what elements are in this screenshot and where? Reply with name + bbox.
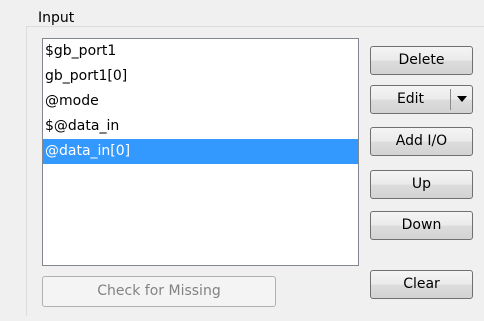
list-item[interactable]: @mode — [43, 89, 358, 114]
edit-split-button[interactable]: Edit — [370, 85, 473, 114]
check-for-missing-button[interactable]: Check for Missing — [42, 276, 276, 307]
edit-button[interactable]: Edit — [371, 86, 450, 113]
down-button[interactable]: Down — [370, 211, 473, 240]
list-item[interactable]: $gb_port1 — [43, 39, 358, 64]
group-title: Input — [35, 10, 78, 26]
list-item-selected[interactable]: @data_in[0] — [43, 139, 358, 164]
add-io-button[interactable]: Add I/O — [370, 127, 473, 156]
up-button[interactable]: Up — [370, 170, 473, 199]
list-item[interactable]: gb_port1[0] — [43, 64, 358, 89]
edit-dropdown-toggle[interactable] — [451, 86, 473, 113]
delete-button[interactable]: Delete — [370, 46, 473, 75]
caret-down-icon — [457, 96, 467, 102]
input-listbox[interactable]: $gb_port1 gb_port1[0] @mode $@data_in @d… — [42, 38, 359, 266]
list-item[interactable]: $@data_in — [43, 114, 358, 139]
clear-button[interactable]: Clear — [370, 270, 473, 299]
